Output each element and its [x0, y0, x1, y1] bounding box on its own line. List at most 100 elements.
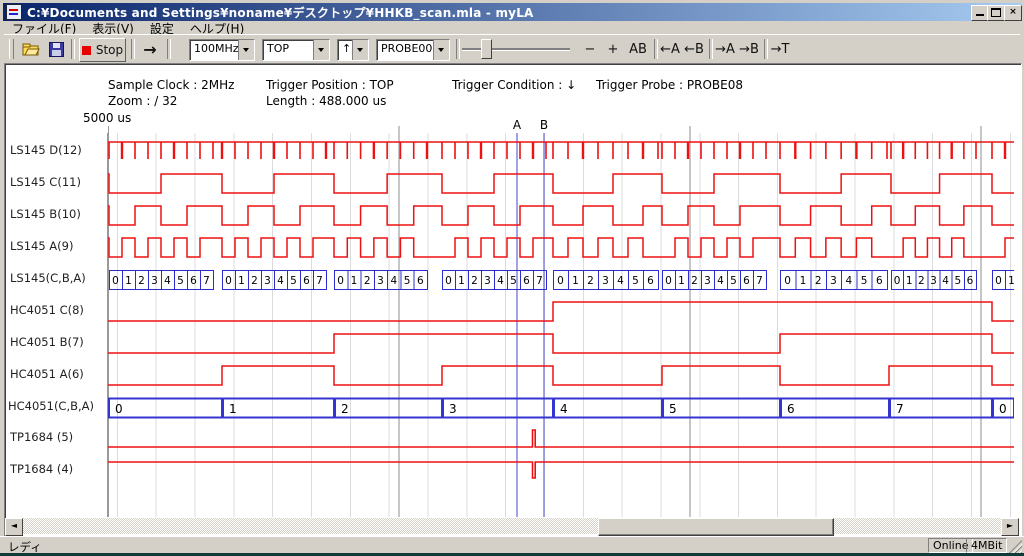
svg-text:3: 3: [704, 275, 711, 287]
toolbar-separator: [131, 39, 135, 59]
channel-label: TP1684 (4): [10, 462, 73, 476]
svg-text:5: 5: [632, 275, 639, 287]
svg-text:3: 3: [377, 275, 384, 287]
svg-text:6: 6: [876, 275, 883, 287]
svg-text:5: 5: [954, 275, 961, 287]
svg-text:3: 3: [264, 275, 271, 287]
sample-rate-combo[interactable]: 100MHz: [189, 39, 255, 61]
wave-tp1684-5-: [108, 430, 1014, 447]
chevron-down-icon[interactable]: [433, 40, 449, 60]
goto-trigger-button[interactable]: →T: [768, 38, 792, 60]
trigger-edge-combo[interactable]: ↑: [337, 39, 369, 61]
save-button[interactable]: [44, 38, 68, 60]
svg-text:3: 3: [151, 275, 158, 287]
floppy-icon: [49, 42, 64, 57]
channel-label: TP1684 (5): [10, 430, 73, 444]
wave-ls145-c-11-: [108, 174, 1014, 193]
zoom-in-button[interactable]: +: [604, 38, 622, 60]
wave-hc4051-c-b-a-: 0 1 2 3 4 5 6 7 0: [109, 399, 1014, 418]
length-text: Length : 488.000 us: [266, 94, 386, 108]
svg-text:7: 7: [896, 402, 904, 416]
svg-text:1: 1: [800, 275, 807, 287]
svg-text:6: 6: [303, 275, 310, 287]
svg-text:5: 5: [177, 275, 184, 287]
svg-text:1: 1: [125, 275, 132, 287]
goto-a-back-button[interactable]: ←A: [658, 38, 682, 60]
channel-label: LS145 C(11): [10, 175, 81, 189]
cursor-ab-button[interactable]: AB: [625, 38, 651, 60]
svg-text:2: 2: [471, 275, 478, 287]
svg-text:1: 1: [906, 275, 913, 287]
svg-text:5: 5: [290, 275, 297, 287]
zoom-slider-track[interactable]: [462, 48, 570, 51]
goto-a-button[interactable]: →A: [713, 38, 737, 60]
sample-clock-text: Sample Clock : 2MHz: [108, 78, 234, 92]
svg-text:5: 5: [669, 402, 677, 416]
chevron-down-icon[interactable]: [238, 40, 254, 60]
wave-hc4051-a-6-: [108, 366, 1014, 385]
svg-text:0: 0: [115, 402, 123, 416]
zoom-slider-thumb[interactable]: [481, 39, 492, 59]
maximize-button[interactable]: [987, 5, 1005, 21]
stop-icon: [82, 46, 91, 55]
scroll-right-button[interactable]: ►: [1001, 518, 1019, 536]
cursor-lines: [517, 133, 544, 517]
run-button[interactable]: →: [137, 38, 163, 60]
zoom-out-button[interactable]: −: [581, 38, 599, 60]
stop-button[interactable]: Stop: [79, 38, 126, 62]
chevron-down-icon[interactable]: [352, 40, 368, 60]
toolbar-grip[interactable]: [9, 39, 14, 59]
trigger-position-combo-value: TOP: [263, 40, 313, 60]
svg-text:7: 7: [316, 275, 323, 287]
wave-ls145-b-10-: [108, 206, 1014, 225]
svg-text:5: 5: [510, 275, 517, 287]
svg-text:1: 1: [351, 275, 358, 287]
trigger-position-text: Trigger Position : TOP: [266, 78, 394, 92]
svg-text:0: 0: [995, 275, 1002, 287]
trigger-position-combo[interactable]: TOP: [262, 39, 330, 61]
scroll-left-button[interactable]: ◄: [5, 518, 23, 536]
svg-text:1: 1: [229, 402, 237, 416]
close-button[interactable]: ×: [1004, 5, 1022, 21]
toolbar: Stop → 100MHz TOP ↑ PROBE00 −+AB ←A←B →A→B →T: [4, 34, 1020, 64]
sample-rate-combo-value: 100MHz: [190, 40, 238, 60]
svg-text:6: 6: [743, 275, 750, 287]
svg-text:7: 7: [536, 275, 543, 287]
svg-text:0: 0: [999, 402, 1007, 416]
channel-label: LS145 B(10): [10, 207, 81, 221]
scroll-thumb[interactable]: [598, 518, 834, 536]
svg-text:3: 3: [830, 275, 837, 287]
goto-b-back-button[interactable]: ←B: [682, 38, 706, 60]
app-icon: [6, 4, 22, 20]
wave-tp1684-4-: [108, 462, 1014, 478]
stop-label: Stop: [96, 43, 123, 57]
goto-b-button[interactable]: →B: [737, 38, 761, 60]
svg-text:2: 2: [138, 275, 145, 287]
chevron-down-icon[interactable]: [313, 40, 329, 60]
svg-text:5: 5: [861, 275, 868, 287]
svg-text:0: 0: [665, 275, 672, 287]
time-scale-label: 5000 us: [83, 111, 131, 125]
channel-label: HC4051(C,B,A): [8, 399, 94, 413]
svg-text:6: 6: [190, 275, 197, 287]
toolbar-separator: [456, 39, 460, 59]
channel-label: HC4051 A(6): [10, 367, 84, 381]
waveform-canvas[interactable]: 0123456701234567012345601234567012345601…: [108, 126, 1014, 517]
run-arrow-icon: →: [143, 40, 156, 59]
trigger-probe-combo[interactable]: PROBE00: [376, 39, 450, 61]
wave-ls145-d-12-: [108, 142, 1014, 159]
svg-text:1: 1: [572, 275, 579, 287]
wave-hc4051-c-8-: [108, 302, 1014, 321]
svg-text:5: 5: [730, 275, 737, 287]
svg-text:6: 6: [787, 402, 795, 416]
title-bar[interactable]: C:¥Documents and Settings¥noname¥デスクトップ¥…: [3, 3, 1021, 21]
resize-grip[interactable]: [1009, 540, 1022, 553]
svg-text:7: 7: [756, 275, 763, 287]
svg-text:3: 3: [449, 402, 457, 416]
horizontal-scrollbar[interactable]: ◄ ►: [5, 518, 1019, 534]
svg-text:2: 2: [341, 402, 349, 416]
svg-text:4: 4: [560, 402, 568, 416]
open-file-button[interactable]: [19, 38, 43, 60]
zoom-text: Zoom : / 32: [108, 94, 177, 108]
channel-label: LS145 A(9): [10, 239, 73, 253]
